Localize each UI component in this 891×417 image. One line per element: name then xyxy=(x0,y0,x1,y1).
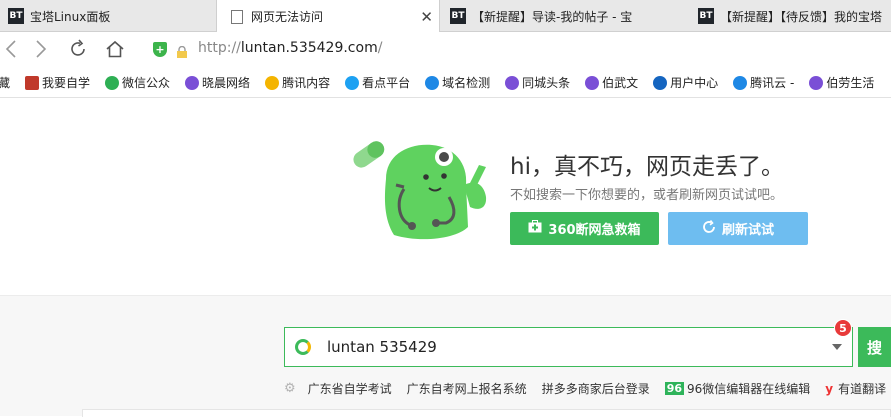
bookmark-label: 用户中心 xyxy=(670,76,719,90)
bookmark-item[interactable]: 腾讯内容 xyxy=(265,74,330,91)
document-icon xyxy=(231,9,243,24)
search-area: luntan 535429 5 搜 ⚙ 广东省自学考试 广东自考网上报名系统 拼… xyxy=(0,295,891,417)
tab-label: 【新提醒】导读-我的帖子 - 宝 xyxy=(472,9,633,24)
url-host: luntan.535429.com xyxy=(240,40,378,56)
bell-icon xyxy=(265,75,280,90)
bookmark-item[interactable]: 伯武文 xyxy=(585,74,638,91)
search-button[interactable]: 搜 xyxy=(858,327,891,367)
tab-forum-reminder-1[interactable]: BT 【新提醒】导读-我的帖子 - 宝 xyxy=(444,0,666,32)
home-icon[interactable] xyxy=(104,38,126,60)
bookmark-label: 腾讯内容 xyxy=(282,76,331,90)
error-title: hi，真不巧，网页走丢了。 xyxy=(510,154,784,180)
error-subtitle: 不如搜索一下你想要的，或者刷新网页试试吧。 xyxy=(510,188,784,203)
bookmark-label: 微信公众 xyxy=(122,76,171,90)
globe-icon xyxy=(809,75,824,90)
back-icon[interactable] xyxy=(0,38,22,60)
search-query-text: luntan 535429 xyxy=(327,338,437,356)
globe-icon xyxy=(505,75,520,90)
refresh-button[interactable]: 刷新试试 xyxy=(668,212,808,245)
cloud-icon xyxy=(733,75,748,90)
bookmark-item[interactable]: 域名检测 xyxy=(425,74,490,91)
globe-icon xyxy=(585,75,600,90)
url-scheme: http:// xyxy=(198,40,241,56)
hot-link-label: 有道翻译 xyxy=(838,382,887,396)
security-shield-icon[interactable]: + xyxy=(153,42,167,57)
bookmark-folder[interactable]: 藏 xyxy=(0,74,10,91)
bt-favicon-icon: BT xyxy=(8,8,24,24)
bookmark-label: 看点平台 xyxy=(362,76,411,90)
bookmark-item[interactable]: 同城头条 xyxy=(505,74,570,91)
hot-link-youdao[interactable]: y 有道翻译 xyxy=(825,380,886,397)
reload-icon[interactable] xyxy=(67,38,89,60)
hot-link[interactable]: 广东自考网上报名系统 xyxy=(407,380,527,397)
bookmark-item[interactable]: 晓晨网络 xyxy=(185,74,250,91)
bookmark-item[interactable]: 用户中心 xyxy=(653,74,718,91)
bookmark-item[interactable]: 看点平台 xyxy=(345,74,410,91)
notification-badge: 5 xyxy=(834,319,852,337)
bookmark-item[interactable]: 微信公众 xyxy=(105,74,170,91)
book-icon xyxy=(25,75,40,90)
tab-label: 【新提醒】【待反馈】我的宝塔 xyxy=(720,9,883,24)
search-engine-logo-icon xyxy=(295,339,311,355)
network-rescue-button[interactable]: 360断网急救箱 xyxy=(510,212,659,245)
search-dropdown-icon[interactable] xyxy=(832,344,842,350)
refresh-icon xyxy=(702,219,716,238)
bookmark-label: 晓晨网络 xyxy=(202,76,251,90)
close-tab-icon[interactable]: ✕ xyxy=(420,8,433,26)
gear-icon[interactable]: ⚙ xyxy=(284,381,296,396)
bookmarks-bar: 藏 我要自学 微信公众 晓晨网络 腾讯内容 看点平台 域名检测 同城头条 伯武文… xyxy=(0,68,891,98)
editor-96-icon: 96 xyxy=(664,382,685,395)
bookmark-item[interactable]: 我要自学 xyxy=(25,74,90,91)
tab-baota-panel[interactable]: BT 宝塔Linux面板 xyxy=(0,0,216,32)
refresh-label: 刷新试试 xyxy=(721,223,774,238)
tab-bar: BT 宝塔Linux面板 网页无法访问 ✕ BT 【新提醒】导读-我的帖子 - … xyxy=(0,0,891,33)
penguin-icon xyxy=(345,75,360,90)
search-input[interactable]: luntan 535429 xyxy=(284,327,853,367)
bookmark-label: 域名检测 xyxy=(442,76,491,90)
hot-link[interactable]: 广东省自学考试 xyxy=(308,380,392,397)
recycle-icon xyxy=(105,75,120,90)
address-bar: + http://luntan.535429.com/ xyxy=(0,32,891,68)
error-panel: hi，真不巧，网页走丢了。 不如搜索一下你想要的，或者刷新网页试试吧。 360断… xyxy=(0,99,891,295)
tab-page-unreachable[interactable]: 网页无法访问 ✕ xyxy=(216,0,440,33)
tab-label: 宝塔Linux面板 xyxy=(30,9,111,24)
hot-link-label: 96微信编辑器在线编辑 xyxy=(687,382,811,396)
tab-label: 网页无法访问 xyxy=(251,10,324,24)
tab-forum-reminder-2[interactable]: BT 【新提醒】【待反馈】我的宝塔 xyxy=(692,0,891,32)
forward-icon[interactable] xyxy=(30,38,52,60)
lock-warning-icon[interactable] xyxy=(176,43,188,58)
hot-link-wechat-editor[interactable]: 96 96微信编辑器在线编辑 xyxy=(664,380,811,397)
url-field[interactable]: http://luntan.535429.com/ xyxy=(198,40,382,56)
bookmark-label: 我要自学 xyxy=(42,76,91,90)
bookmark-label: 伯武文 xyxy=(602,76,639,90)
ie-icon xyxy=(653,75,668,90)
hot-links: ⚙ 广东省自学考试 广东自考网上报名系统 拼多多商家后台登录 96 96微信编辑器… xyxy=(284,380,891,397)
youdao-icon: y xyxy=(825,381,834,396)
globe-icon xyxy=(185,75,200,90)
first-aid-icon xyxy=(528,220,542,237)
bookmark-item[interactable]: 腾讯云 - xyxy=(733,74,794,91)
bookmark-label: 伯劳生活 xyxy=(826,76,875,90)
cloud-icon xyxy=(425,75,440,90)
network-rescue-label: 360断网急救箱 xyxy=(548,223,641,238)
bt-favicon-icon: BT xyxy=(450,8,466,24)
lost-mascot-illustration xyxy=(353,137,487,240)
hot-link[interactable]: 拼多多商家后台登录 xyxy=(542,380,650,397)
url-path: / xyxy=(377,40,383,56)
bookmark-label: 藏 xyxy=(0,76,11,90)
bookmark-label: 腾讯云 - xyxy=(750,76,795,90)
bt-favicon-icon: BT xyxy=(698,8,714,24)
bookmark-item[interactable]: 伯劳生活 xyxy=(809,74,874,91)
bookmark-label: 同城头条 xyxy=(522,76,571,90)
